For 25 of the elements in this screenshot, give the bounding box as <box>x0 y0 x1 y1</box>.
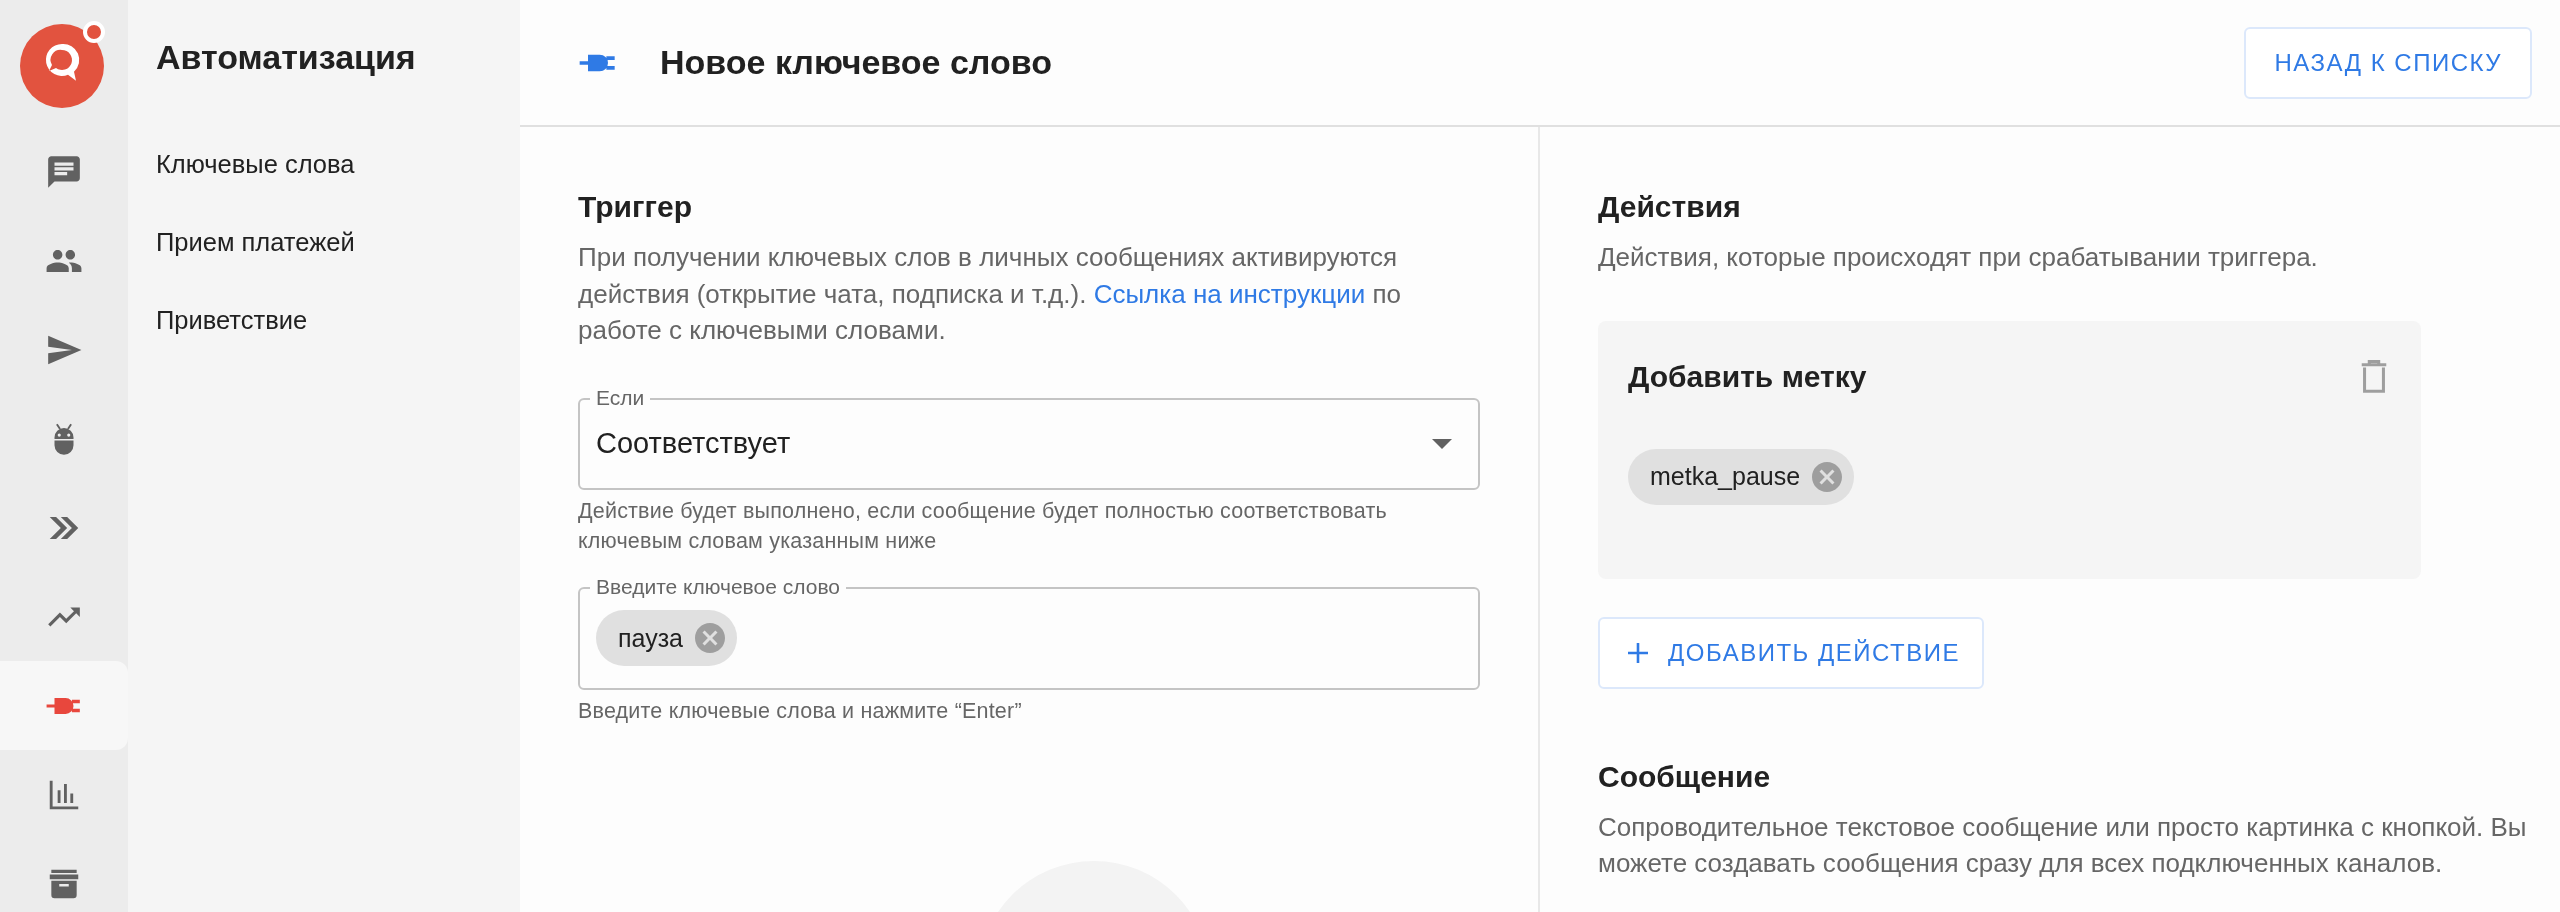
dropdown-arrow-icon <box>1432 438 1452 449</box>
section-description: Действия, которые происходят при срабатывании триггера. <box>1598 241 2319 274</box>
page-title: Новое ключевое слово <box>660 43 1053 82</box>
section-heading: Действия <box>1598 189 1742 225</box>
chip-label: пауза <box>618 623 684 653</box>
action-title: Добавить метку <box>1628 358 1867 395</box>
trigger-description: При получении ключевых слов в личных сообщениях активируются действия (открытие чата, подписка и т.д.). Ссылка на инструкции по работе с ключевыми словами. <box>578 241 1402 347</box>
section-description: Сопроводительное текстовое сообщение или просто картинка с кнопкой. Вы можете создавать сообщения сразу для всех подключенных каналов. <box>1598 810 2528 880</box>
helper-text: Введите ключевые слова и нажмите “Enter” <box>578 697 1023 725</box>
remove-icon[interactable] <box>695 623 726 653</box>
sidebar-item[interactable]: Приветствие <box>156 305 492 335</box>
sidebar-item[interactable]: Прием платежей <box>156 227 492 257</box>
active-nav-item[interactable] <box>0 661 128 750</box>
back-to-list-button[interactable]: НАЗАД К СПИСКУ <box>2244 26 2532 99</box>
sidebar-title: Автоматизация <box>156 37 417 78</box>
plus-icon <box>1626 640 1650 665</box>
instructions-link[interactable]: Ссылка на инструкции <box>1093 278 1366 309</box>
helper-text: Действие будет выполнено, если сообщение будет полностью соответствовать ключевым словам указанным ниже <box>578 497 1388 555</box>
chip-label: metka_pause <box>1650 462 1801 491</box>
sidebar-item[interactable]: Ключевые слова <box>156 149 492 179</box>
select-value: Соответствует <box>596 427 792 460</box>
section-heading: Триггер <box>578 189 693 225</box>
section-heading: Сообщение <box>1598 758 1772 795</box>
add-action-button[interactable]: ДОБАВИТЬ ДЕЙСТВИЕ <box>1598 616 1984 689</box>
remove-icon[interactable] <box>1812 461 1843 492</box>
